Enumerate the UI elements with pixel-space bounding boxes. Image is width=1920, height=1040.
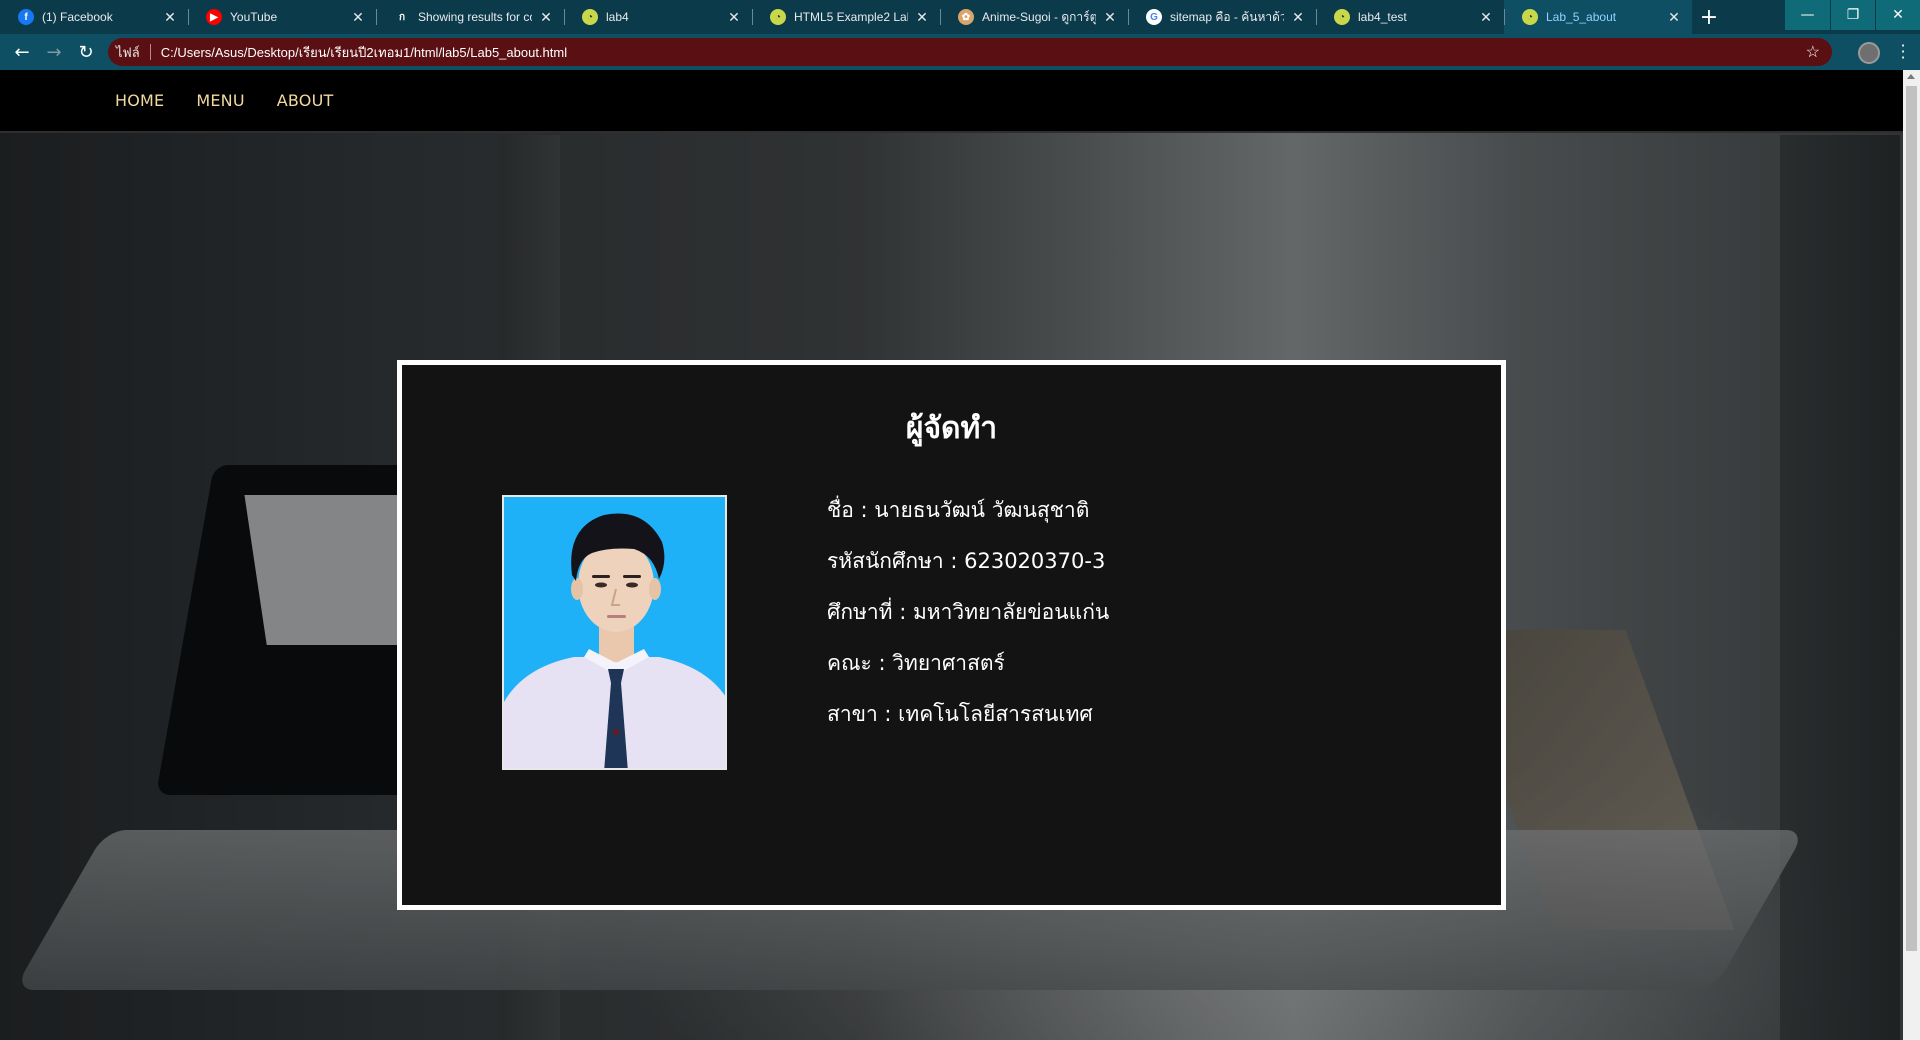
profile-avatar[interactable] <box>1858 42 1880 64</box>
globe-icon: ◔ <box>1334 9 1350 25</box>
browser-toolbar: ← → ↻ i ไฟล์ C:/Users/Asus/Desktop/เรียน… <box>0 34 1920 184</box>
tab-title: YouTube <box>230 10 278 24</box>
close-icon[interactable]: ✕ <box>350 9 366 25</box>
close-icon[interactable]: ✕ <box>538 9 554 25</box>
scheme-label: ไฟล์ <box>116 44 140 60</box>
browser-tab[interactable]: ◔ lab4_test ✕ <box>1316 0 1504 34</box>
youtube-icon: ▶ <box>206 9 222 25</box>
browser-tab-active[interactable]: ◔ Lab_5_about ✕ <box>1504 0 1692 34</box>
facebook-icon: f <box>18 9 34 25</box>
restore-icon[interactable]: ❐ <box>1830 0 1875 30</box>
browser-tab[interactable]: ✿ Anime-Sugoi - ดูการ์ตูน ✕ <box>940 0 1128 34</box>
close-window-icon[interactable]: ✕ <box>1875 0 1920 30</box>
close-icon[interactable]: ✕ <box>1290 9 1306 25</box>
page-title: ผู้จัดทำ <box>905 411 998 446</box>
info-major: สาขา : เทคโนโลยีสารสนเทศ <box>827 702 1093 726</box>
close-icon[interactable]: ✕ <box>1102 9 1118 25</box>
tab-title: Showing results for con <box>418 10 532 24</box>
bookmark-star-icon[interactable]: ☆ <box>1806 42 1820 62</box>
close-icon[interactable]: ✕ <box>162 9 178 25</box>
browser-tab[interactable]: G sitemap คือ - ค้นหาด้วย G ✕ <box>1128 0 1316 34</box>
back-button[interactable]: ← <box>6 36 38 68</box>
browser-tab[interactable]: ▶ YouTube ✕ <box>188 0 376 34</box>
browser-tab[interactable]: f (1) Facebook ✕ <box>0 0 188 34</box>
info-name: ชื่อ : นายธนวัฒน์ วัฒนสุชาติ <box>827 498 1090 522</box>
menu-kebab-icon[interactable]: · · · <box>1900 38 1906 66</box>
profile-info: ชื่อ : นายธนวัฒน์ วัฒนสุชาติ รหัสนักศึกษ… <box>827 495 1109 750</box>
tab-title: lab4 <box>606 10 629 24</box>
close-icon[interactable]: ✕ <box>1666 9 1682 25</box>
globe-icon: ◔ <box>1522 9 1538 25</box>
page-viewport: HOME MENU ABOUT ผู้จัดทำ ชื่อ: นายธนวัฒ… <box>0 70 1903 1040</box>
url-text[interactable]: C:/Users/Asus/Desktop/เรียน/เรียนปี2เทอม… <box>161 42 1806 63</box>
about-card: ผู้จัดทำ ชื่อ: นายธนวัฒน์ วัฒนสุชาติ รห… <box>397 360 1506 910</box>
nav-about-link[interactable]: ABOUT <box>277 91 334 110</box>
tab-title: Lab_5_about <box>1546 10 1617 24</box>
forward-button[interactable]: → <box>38 36 70 68</box>
close-icon[interactable]: ✕ <box>914 9 930 25</box>
info-student-id: รหัสนักศึกษา : 623020370-3 <box>827 549 1106 573</box>
minimize-icon[interactable]: — <box>1785 0 1830 30</box>
scroll-up-icon[interactable] <box>1907 74 1915 79</box>
google-icon: G <box>1146 9 1162 25</box>
tab-title: HTML5 Example2 Lab# <box>794 10 908 24</box>
close-icon[interactable]: ✕ <box>1478 9 1494 25</box>
nav-menu-link[interactable]: MENU <box>196 91 244 110</box>
globe-icon: ◔ <box>770 9 786 25</box>
tab-title: (1) Facebook <box>42 10 113 24</box>
dictionary-icon: ก <box>394 9 410 25</box>
site-navbar: HOME MENU ABOUT <box>0 70 1903 133</box>
tab-title: Anime-Sugoi - ดูการ์ตูน <box>982 9 1096 24</box>
info-faculty: คณะ : วิทยาศาสตร์ <box>827 651 1005 675</box>
address-bar[interactable]: i ไฟล์ C:/Users/Asus/Desktop/เรียน/เรียน… <box>108 38 1832 184</box>
close-icon[interactable]: ✕ <box>726 9 742 25</box>
info-university: ศึกษาที่ : มหาวิทยาลัยข่อนแก่น <box>827 600 1110 624</box>
tab-strip: f (1) Facebook ✕ ▶ YouTube ✕ ก Showing r… <box>0 0 1920 34</box>
browser-tab[interactable]: ◔ HTML5 Example2 Lab# ✕ <box>752 0 940 34</box>
new-tab-button[interactable]: + <box>1692 0 1726 34</box>
browser-tab[interactable]: ◔ lab4 ✕ <box>564 0 752 34</box>
divider <box>149 44 151 60</box>
window-controls: — ❐ ✕ <box>1785 0 1920 30</box>
reload-button[interactable]: ↻ <box>70 36 102 68</box>
profile-photo <box>502 495 727 770</box>
person-photo-icon <box>504 497 725 768</box>
scrollbar-thumb[interactable] <box>1906 86 1917 951</box>
anime-icon: ✿ <box>958 9 974 25</box>
page-scrollbar[interactable] <box>1903 70 1920 1040</box>
nav-home-link[interactable]: HOME <box>115 91 164 110</box>
tab-title: lab4_test <box>1358 10 1407 24</box>
tab-title: sitemap คือ - ค้นหาด้วย G <box>1170 9 1284 24</box>
browser-tab[interactable]: ก Showing results for con ✕ <box>376 0 564 34</box>
globe-icon: ◔ <box>582 9 598 25</box>
